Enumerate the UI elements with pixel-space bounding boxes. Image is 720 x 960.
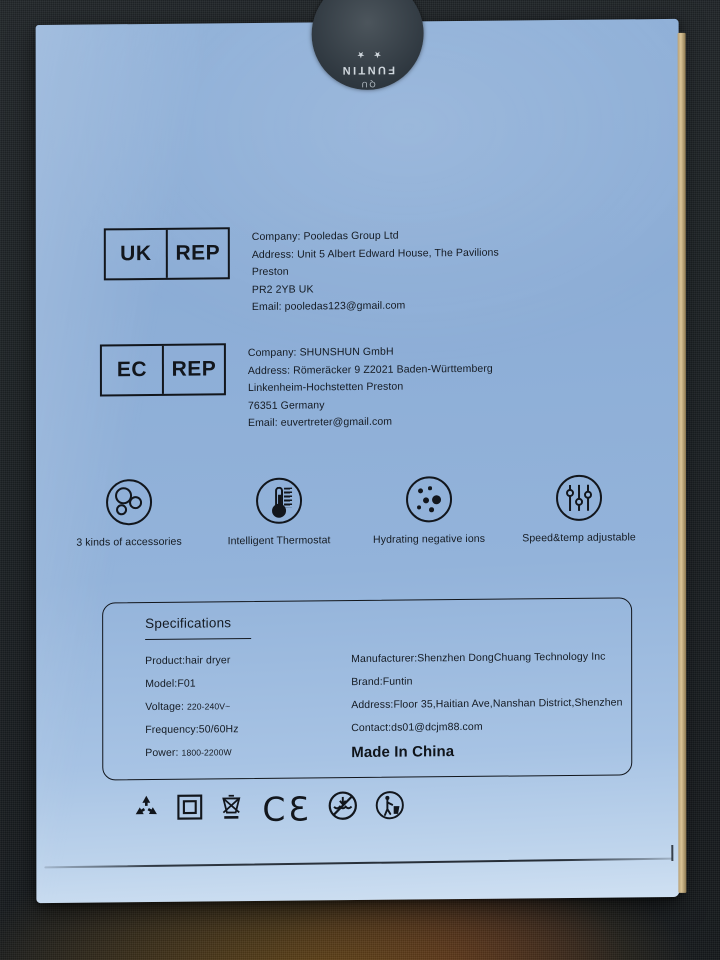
feature-speed-temp: Speed&temp adjustable — [504, 474, 654, 544]
uk-rep-block: UK REP Company: Pooledas Group Ltd Addre… — [103, 225, 499, 319]
do-not-dispose-in-water-icon — [328, 790, 359, 826]
ec-rep-line: Address: Römeräcker 9 Z2021 Baden-Württe… — [247, 362, 493, 377]
spec-power-value: 1800-2200W — [181, 747, 232, 758]
recycling-mobius-icon — [132, 793, 160, 826]
ec-rep-line: Email: euvertreter@gmail.com — [247, 416, 393, 430]
feature-thermostat: Intelligent Thermostat — [204, 477, 354, 547]
ec-rep-badge-right: REP — [161, 345, 224, 394]
spec-row-model: Model:F01 — [145, 677, 196, 691]
brand-sticker: QU FUNTIN ★ ★ — [311, 0, 424, 91]
product-box: QU FUNTIN ★ ★ UK REP Company: Pooledas G… — [35, 0, 687, 904]
spec-row-product: Product:hair dryer — [145, 654, 231, 668]
feature-label: Intelligent Thermostat — [227, 534, 331, 548]
double-insulation-class-ii-icon — [176, 793, 203, 825]
uk-rep-line: Address: Unit 5 Albert Edward House, The… — [251, 246, 499, 261]
compliance-symbol-row: C Ɛ — [132, 788, 406, 829]
ce-mark-e: Ɛ — [288, 788, 309, 829]
made-in-china-label: Made In China — [351, 743, 455, 762]
specifications-box: Specifications Product:hair dryer Model:… — [102, 597, 633, 781]
brand-sticker-stars: ★ ★ — [353, 49, 382, 61]
feature-negative-ions: Hydrating negative ions — [354, 476, 504, 546]
uk-rep-line: Email: pooledas123@gmail.com — [251, 299, 406, 314]
feature-label: Hydrating negative ions — [373, 532, 486, 546]
photo-scene: QU FUNTIN ★ ★ UK REP Company: Pooledas G… — [0, 0, 720, 960]
spec-row-address: Address:Floor 35,Haitian Ave,Nanshan Dis… — [351, 696, 623, 712]
box-lid-seam — [44, 857, 673, 869]
feature-accessories: 3 kinds of accessories — [54, 478, 204, 549]
feature-row: 3 kinds of accessories Intelligent Therm… — [54, 474, 654, 549]
spec-row-power: Power: 1800-2200W — [145, 746, 232, 760]
spec-row-brand: Brand:Funtin — [351, 675, 413, 689]
spec-row-contact: Contact:ds01@dcjm88.com — [351, 720, 483, 735]
weee-crossed-out-wheelie-bin-icon — [219, 792, 243, 827]
specifications-title: Specifications — [145, 615, 232, 632]
negative-ions-icon — [406, 476, 453, 523]
spec-row-manufacturer: Manufacturer:Shenzhen DongChuang Technol… — [351, 650, 606, 666]
uk-rep-address: Company: Pooledas Group Ltd Address: Uni… — [252, 225, 499, 317]
spec-row-frequency: Frequency:50/60Hz — [145, 723, 239, 737]
three-circles-accessories-icon — [106, 478, 153, 526]
spec-voltage-value: 220-240V~ — [186, 701, 231, 712]
brand-sticker-arc: QU — [359, 79, 376, 89]
ec-rep-address: Company: SHUNSHUN GmbH Address: Römeräck… — [248, 341, 493, 433]
uk-rep-badge: UK REP — [103, 227, 230, 281]
specifications-right-column: Manufacturer:Shenzhen DongChuang Technol… — [351, 645, 622, 765]
sliders-icon — [556, 474, 603, 522]
specifications-underline — [145, 638, 252, 641]
ec-rep-block: EC REP Company: SHUNSHUN GmbH Address: R… — [99, 341, 493, 435]
feature-label: 3 kinds of accessories — [76, 535, 182, 549]
specifications-left-column: Product:hair dryer Model:F01 Voltage: 22… — [145, 649, 238, 765]
ce-mark-icon: C Ɛ — [262, 788, 309, 829]
uk-rep-badge-right: REP — [165, 229, 228, 278]
spec-row-voltage: Voltage: 220-240V~ — [145, 700, 231, 714]
brand-sticker-text: FUNTIN — [340, 63, 396, 77]
ec-rep-badge-left: EC — [116, 358, 148, 382]
tidyman-bin-icon — [375, 790, 406, 826]
ec-rep-badge: EC REP — [99, 343, 226, 397]
thermometer-icon — [256, 477, 303, 524]
ce-mark-c: C — [262, 789, 286, 829]
box-lid-seam-end — [671, 844, 674, 862]
feature-label: Speed&temp adjustable — [522, 531, 636, 545]
uk-rep-badge-left: UK — [120, 241, 152, 266]
